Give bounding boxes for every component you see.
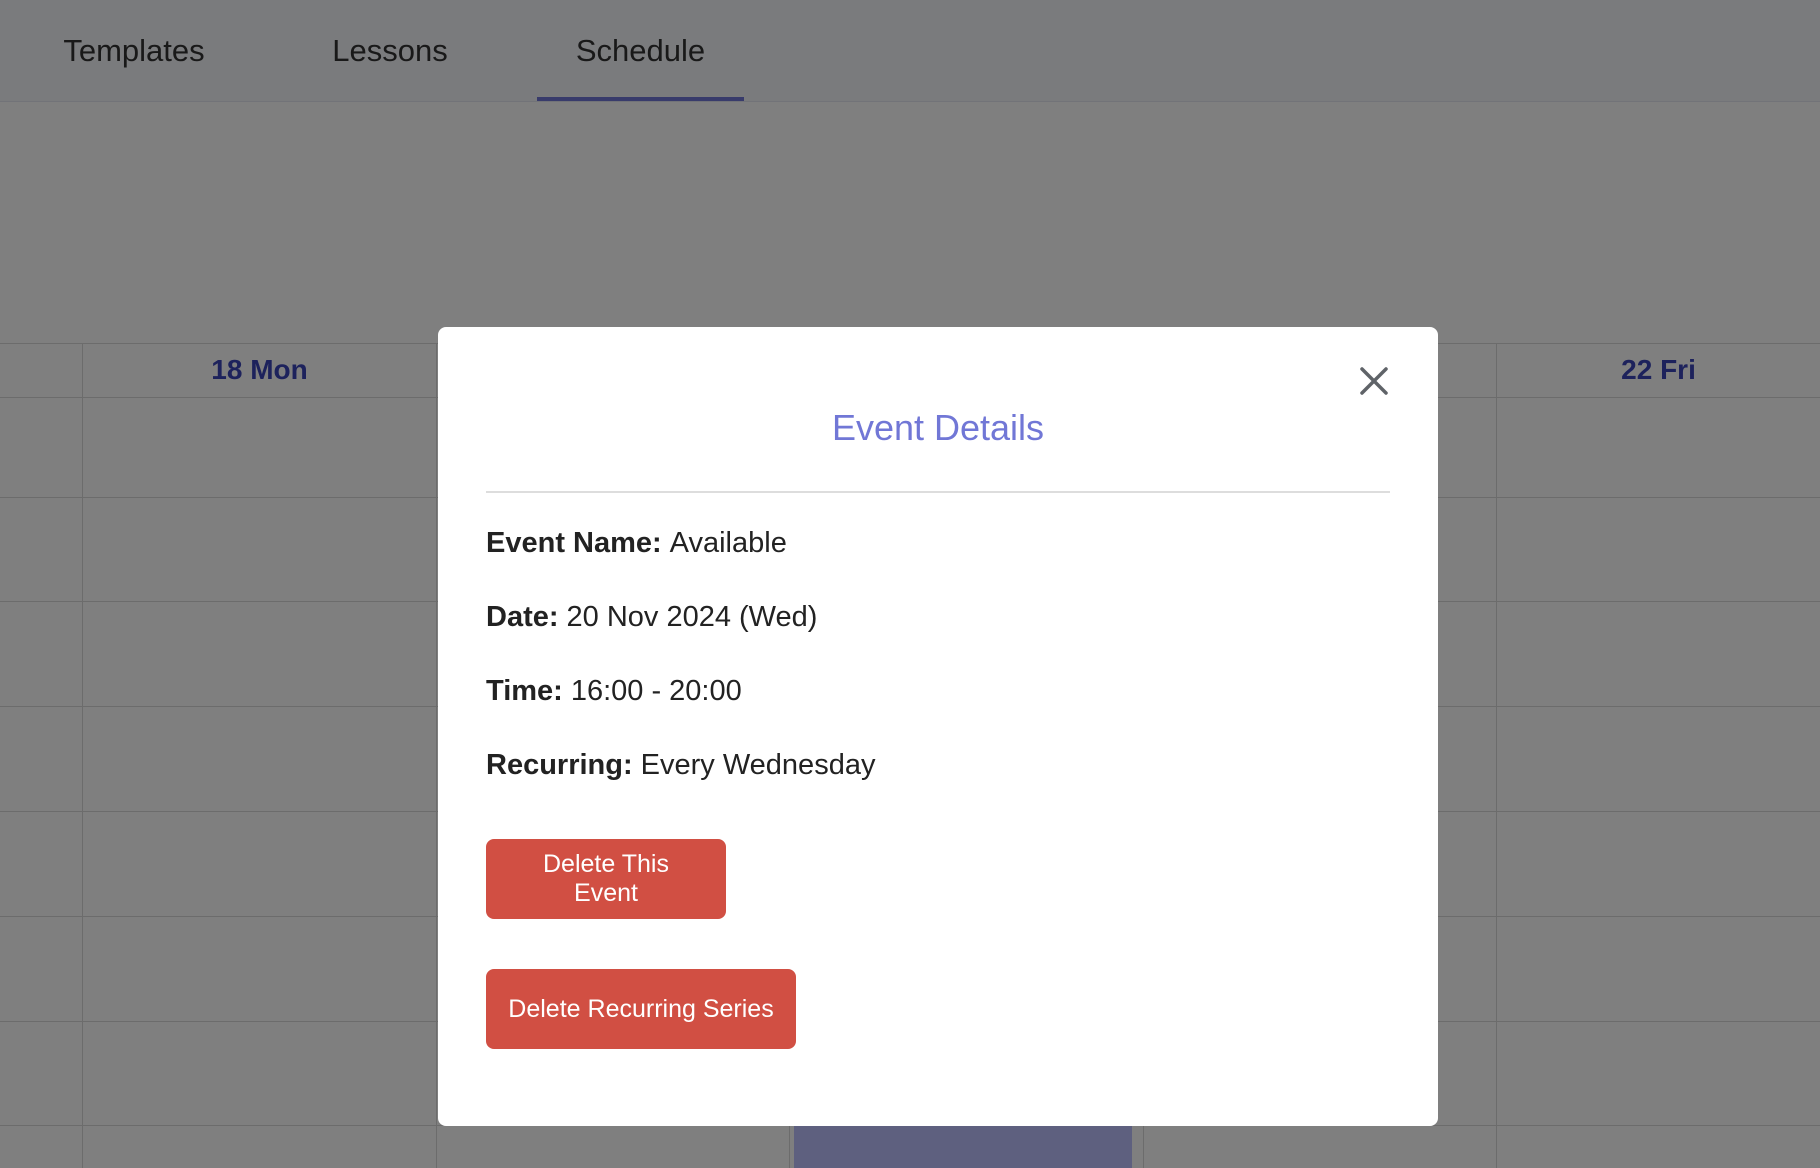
detail-date: Date: 20 Nov 2024 (Wed) [486,601,817,634]
detail-label: Time: [486,675,563,707]
detail-label: Event Name: [486,527,662,559]
detail-time: Time: 16:00 - 20:00 [486,675,742,708]
delete-series-button[interactable]: Delete Recurring Series [486,969,796,1049]
event-details-modal: Event Details Event Name: Available Date:… [438,327,1438,1126]
detail-recurring: Recurring: Every Wednesday [486,749,875,782]
modal-title: Event Details [831,407,1045,448]
detail-value: 16:00 - 20:00 [570,675,742,707]
detail-label: Recurring: [486,749,633,781]
app-root: Templates Lessons Schedule 18 Mon 22 Fri [0,0,1820,1168]
detail-label: Date: [486,601,559,633]
detail-value: Available [669,527,787,559]
detail-value: Every Wednesday [640,749,876,781]
detail-value: 20 Nov 2024 (Wed) [566,601,818,633]
detail-event-name: Event Name: Available [486,527,787,560]
divider [486,491,1390,493]
close-icon[interactable] [1354,361,1394,401]
delete-event-button[interactable]: Delete This Event [486,839,726,919]
